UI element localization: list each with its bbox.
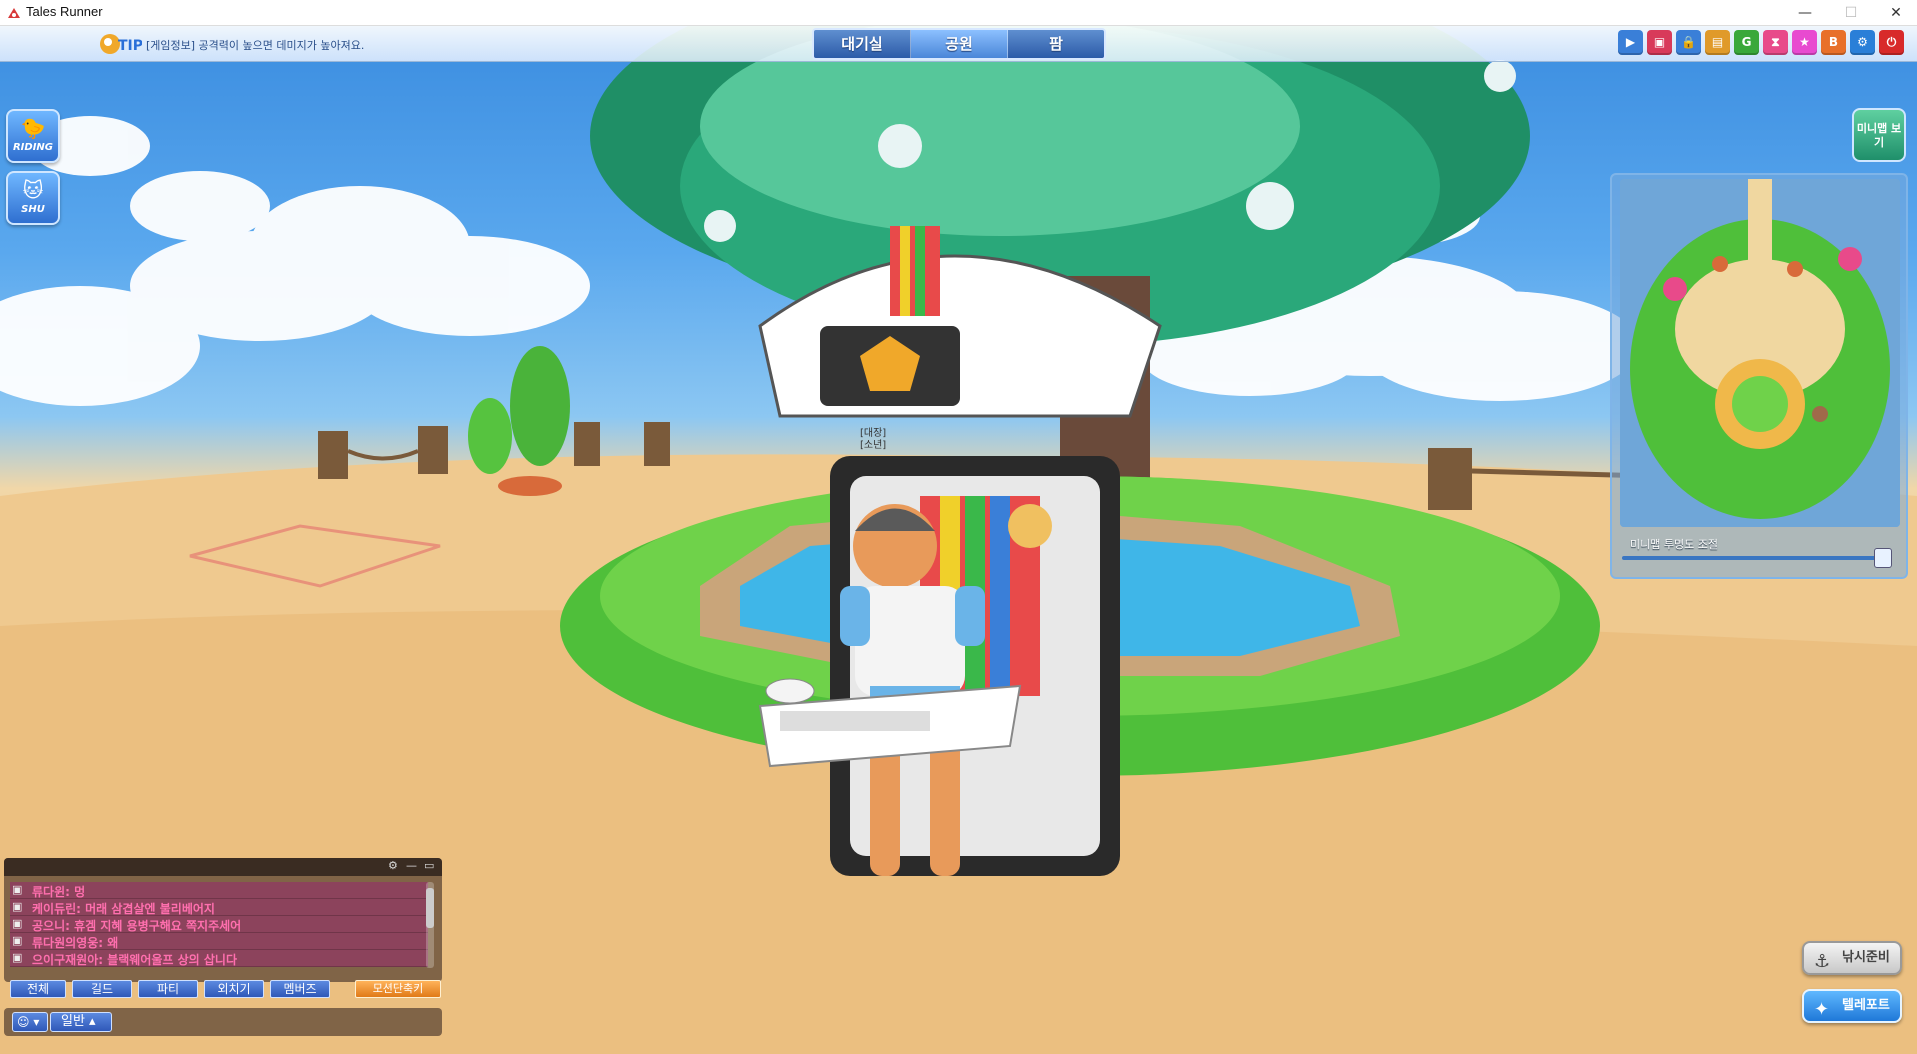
chat-tab-all[interactable]: 전체	[10, 980, 66, 998]
chat-panel: ⚙ — ▭ ▣ 류다윈: 멍 ▣ 케이듀린: 머래 삼겹살엔 불리베어지 ▣ 공으니:…	[4, 858, 442, 982]
chat-line: ▣ 류다원의영웅: 왜	[10, 933, 428, 950]
tip-text: [게임정보] 공격력이 높으면 데미지가 높아져요.	[146, 39, 365, 52]
speech-icon: ▣	[12, 917, 23, 930]
gear-icon[interactable]: ⚙	[1850, 30, 1875, 55]
chat-minimize-icon[interactable]: —	[406, 859, 417, 872]
tip-icon: TIP	[100, 34, 142, 54]
speech-icon: ▣	[12, 951, 23, 964]
riding-button[interactable]: 🐤 RIDING	[6, 109, 60, 163]
minimize-button[interactable]: —	[1782, 0, 1828, 26]
chat-tab-shout[interactable]: 외치기	[204, 980, 264, 998]
teleport-button[interactable]: ✦ 텔레포트	[1802, 989, 1902, 1023]
minimap-opacity-slider[interactable]	[1622, 556, 1888, 560]
fishing-ready-button[interactable]: ⚓ 낚시준비	[1802, 941, 1902, 975]
chat-line: ▣ 으이구재원아: 블랙웨어울프 상의 삽니다	[10, 950, 428, 967]
chat-expand-icon[interactable]: ▭	[424, 859, 434, 872]
chat-line: ▣ 류다윈: 멍	[10, 882, 428, 899]
minimap-toggle-button[interactable]: 미니맵 보기	[1852, 108, 1906, 162]
close-button[interactable]: ✕	[1873, 0, 1917, 26]
shu-icon: 🐱	[22, 178, 44, 202]
chat-tab-party[interactable]: 파티	[138, 980, 198, 998]
speech-icon: ▣	[12, 900, 23, 913]
minimap-opacity-knob[interactable]	[1874, 548, 1892, 568]
window-titlebar: Tales Runner — ☐ ✕	[0, 0, 1917, 26]
shu-button[interactable]: 🐱 SHU	[6, 171, 60, 225]
location-tabs: 대기실 공원 팜	[812, 28, 1106, 60]
teleport-icon: ✦	[1814, 999, 1830, 1020]
riding-icon: 🐤	[20, 116, 46, 140]
book-icon[interactable]: B	[1821, 30, 1846, 55]
tab-park[interactable]: 공원	[911, 30, 1008, 58]
chat-tab-members[interactable]: 멤버즈	[270, 980, 330, 998]
minimap-panel: 미니맵 투명도 조절	[1610, 173, 1908, 579]
window-title: Tales Runner	[26, 4, 103, 19]
hourglass-icon[interactable]: ⧗	[1763, 30, 1788, 55]
minimap-opacity-label: 미니맵 투명도 조절	[1630, 538, 1718, 551]
smiley-icon: ☺	[17, 1015, 30, 1029]
speech-icon: ▣	[12, 883, 23, 896]
tab-lobby[interactable]: 대기실	[814, 30, 911, 58]
maximize-button[interactable]: ☐	[1828, 0, 1874, 26]
chat-mode-select[interactable]: 일반 ▴	[50, 1012, 112, 1032]
lock-icon[interactable]: 🔒	[1676, 30, 1701, 55]
fishing-hook-icon: ⚓	[1814, 951, 1831, 972]
chat-messages: ▣ 류다윈: 멍 ▣ 케이듀린: 머래 삼겹살엔 불리베어지 ▣ 공으니: 휴겜 지혜…	[10, 882, 428, 967]
chat-line: ▣ 케이듀린: 머래 삼겹살엔 불리베어지	[10, 899, 428, 916]
chat-filter-tabs: 전체 길드 파티 외치기 멤버즈	[10, 980, 330, 998]
player-nametag: [대장] [소년]	[860, 428, 887, 451]
arrow-icon[interactable]: ▶	[1618, 30, 1643, 55]
g-icon[interactable]: G	[1734, 30, 1759, 55]
star-icon[interactable]: ★	[1792, 30, 1817, 55]
minimap-image	[1620, 179, 1900, 527]
minimap-view[interactable]	[1620, 179, 1900, 527]
chat-header: ⚙ — ▭	[4, 858, 442, 876]
tab-farm[interactable]: 팜	[1008, 30, 1104, 58]
shop-icon[interactable]: ▣	[1647, 30, 1672, 55]
speech-icon: ▣	[12, 934, 23, 947]
chat-tab-guild[interactable]: 길드	[72, 980, 132, 998]
top-icon-bar: ▶ ▣ 🔒 ▤ G ⧗ ★ B ⚙ ⏻	[1618, 30, 1904, 56]
emoji-button[interactable]: ☺ ▾	[12, 1012, 48, 1032]
motion-shortcut-button[interactable]: 모션단축키	[355, 980, 441, 998]
chat-input-bar[interactable]: ☺ ▾ 일반 ▴	[4, 1008, 442, 1036]
chat-scroll-thumb[interactable]	[426, 888, 434, 928]
bag-icon[interactable]: ▤	[1705, 30, 1730, 55]
chat-scrollbar[interactable]	[426, 882, 434, 968]
svg-text:TIP: TIP	[118, 38, 142, 54]
chat-settings-icon[interactable]: ⚙	[388, 859, 398, 872]
power-icon[interactable]: ⏻	[1879, 30, 1904, 55]
chat-line: ▣ 공으니: 휴겜 지혜 용병구해요 쪽지주세어	[10, 916, 428, 933]
app-icon	[8, 8, 20, 18]
